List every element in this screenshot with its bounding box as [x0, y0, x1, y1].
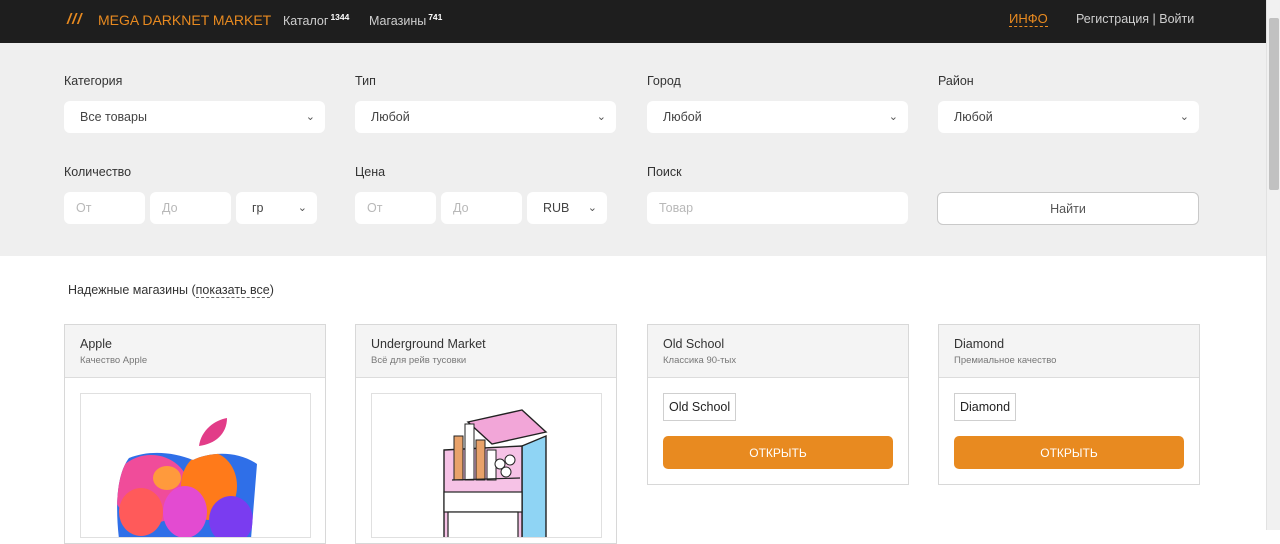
apple-logo-image[interactable] — [80, 393, 311, 538]
shop-subtitle: Всё для рейв тусовки — [371, 355, 467, 366]
shop-name-box[interactable]: Diamond — [954, 393, 1017, 421]
shop-title[interactable]: Apple — [80, 337, 325, 351]
find-button[interactable]: Найти — [937, 192, 1199, 225]
type-value: Любой — [371, 110, 410, 124]
info-link[interactable]: ИНФО — [1009, 12, 1048, 27]
cigarette-pack-image[interactable] — [371, 393, 602, 538]
shop-card-header: Underground Market Всё для рейв тусовки — [356, 325, 616, 378]
page-scrollbar[interactable] — [1266, 0, 1280, 530]
trusted-shops-close: ) — [269, 283, 274, 297]
catalog-count-badge: 1344 — [330, 12, 350, 22]
nav-shops-link[interactable]: Магазины 741 — [369, 12, 442, 28]
shop-card-underground-market[interactable]: Underground Market Всё для рейв тусовки — [355, 324, 617, 544]
scrollbar-thumb[interactable] — [1269, 18, 1279, 190]
shop-card-header: Diamond Премиальное качество — [939, 325, 1199, 378]
shop-card-diamond[interactable]: Diamond Премиальное качество Diamond ОТК… — [938, 324, 1200, 485]
type-select[interactable]: Любой ⌄ — [355, 101, 616, 133]
nav-shops-label: Магазины — [369, 14, 427, 29]
quantity-unit-value: гр — [252, 201, 264, 215]
nav-catalog-link[interactable]: Каталог 1344 — [283, 12, 349, 28]
district-select[interactable]: Любой ⌄ — [938, 101, 1199, 133]
chevron-down-icon: ⌄ — [888, 111, 898, 123]
shop-title[interactable]: Diamond — [954, 337, 1199, 351]
filter-panel: Категория Все товары ⌄ Тип Любой ⌄ Город… — [0, 43, 1266, 256]
district-label: Район — [938, 74, 974, 88]
open-shop-button[interactable]: ОТКРЫТЬ — [663, 436, 893, 469]
quantity-label: Количество — [64, 165, 132, 179]
shop-card-apple[interactable]: Apple Качество Apple — [64, 324, 326, 544]
price-from-input[interactable]: От — [355, 192, 436, 224]
chevron-down-icon: ⌄ — [596, 111, 606, 123]
shop-subtitle: Классика 90-тых — [663, 355, 737, 366]
quantity-from-input[interactable]: От — [64, 192, 145, 224]
top-navbar: /// MEGA DARKNET MARKET Каталог 1344 Мага… — [0, 0, 1266, 43]
price-label: Цена — [355, 165, 386, 179]
city-label: Город — [647, 74, 681, 88]
brand-link[interactable]: MEGA DARKNET MARKET — [98, 12, 271, 28]
category-value: Все товары — [80, 110, 147, 124]
shop-card-header: Apple Качество Apple — [65, 325, 325, 378]
shop-subtitle: Качество Apple — [80, 355, 148, 366]
quantity-to-input[interactable]: До — [150, 192, 231, 224]
currency-select[interactable]: RUB ⌄ — [527, 192, 607, 224]
quantity-unit-select[interactable]: гр ⌄ — [236, 192, 317, 224]
shop-subtitle: Премиальное качество — [954, 355, 1057, 366]
city-select[interactable]: Любой ⌄ — [647, 101, 908, 133]
nav-catalog-label: Каталог — [283, 14, 329, 29]
chevron-down-icon: ⌄ — [1179, 111, 1189, 123]
district-value: Любой — [954, 110, 993, 124]
register-login-link[interactable]: Регистрация | Войти — [1076, 12, 1194, 26]
shops-count-badge: 741 — [428, 12, 443, 22]
show-all-link[interactable]: показать все — [195, 283, 270, 298]
shop-card-old-school[interactable]: Old School Классика 90-тых Old School ОТ… — [647, 324, 909, 485]
chevron-down-icon: ⌄ — [297, 202, 307, 214]
shop-card-header: Old School Классика 90-тых — [648, 325, 908, 378]
search-label: Поиск — [647, 165, 682, 179]
logo-icon[interactable]: /// — [67, 11, 83, 28]
open-shop-button[interactable]: ОТКРЫТЬ — [954, 436, 1184, 469]
trusted-shops-label: Надежные магазины ( — [68, 283, 196, 297]
chevron-down-icon: ⌄ — [587, 202, 597, 214]
city-value: Любой — [663, 110, 702, 124]
search-input[interactable]: Товар — [647, 192, 908, 224]
price-to-input[interactable]: До — [441, 192, 522, 224]
type-label: Тип — [355, 74, 376, 88]
category-select[interactable]: Все товары ⌄ — [64, 101, 325, 133]
shop-name-box[interactable]: Old School — [663, 393, 737, 421]
currency-value: RUB — [543, 201, 570, 215]
shop-title[interactable]: Underground Market — [371, 337, 616, 351]
category-label: Категория — [64, 74, 123, 88]
trusted-shops-heading: Надежные магазины (показать все) — [68, 283, 274, 298]
shop-title[interactable]: Old School — [663, 337, 908, 351]
chevron-down-icon: ⌄ — [305, 111, 315, 123]
